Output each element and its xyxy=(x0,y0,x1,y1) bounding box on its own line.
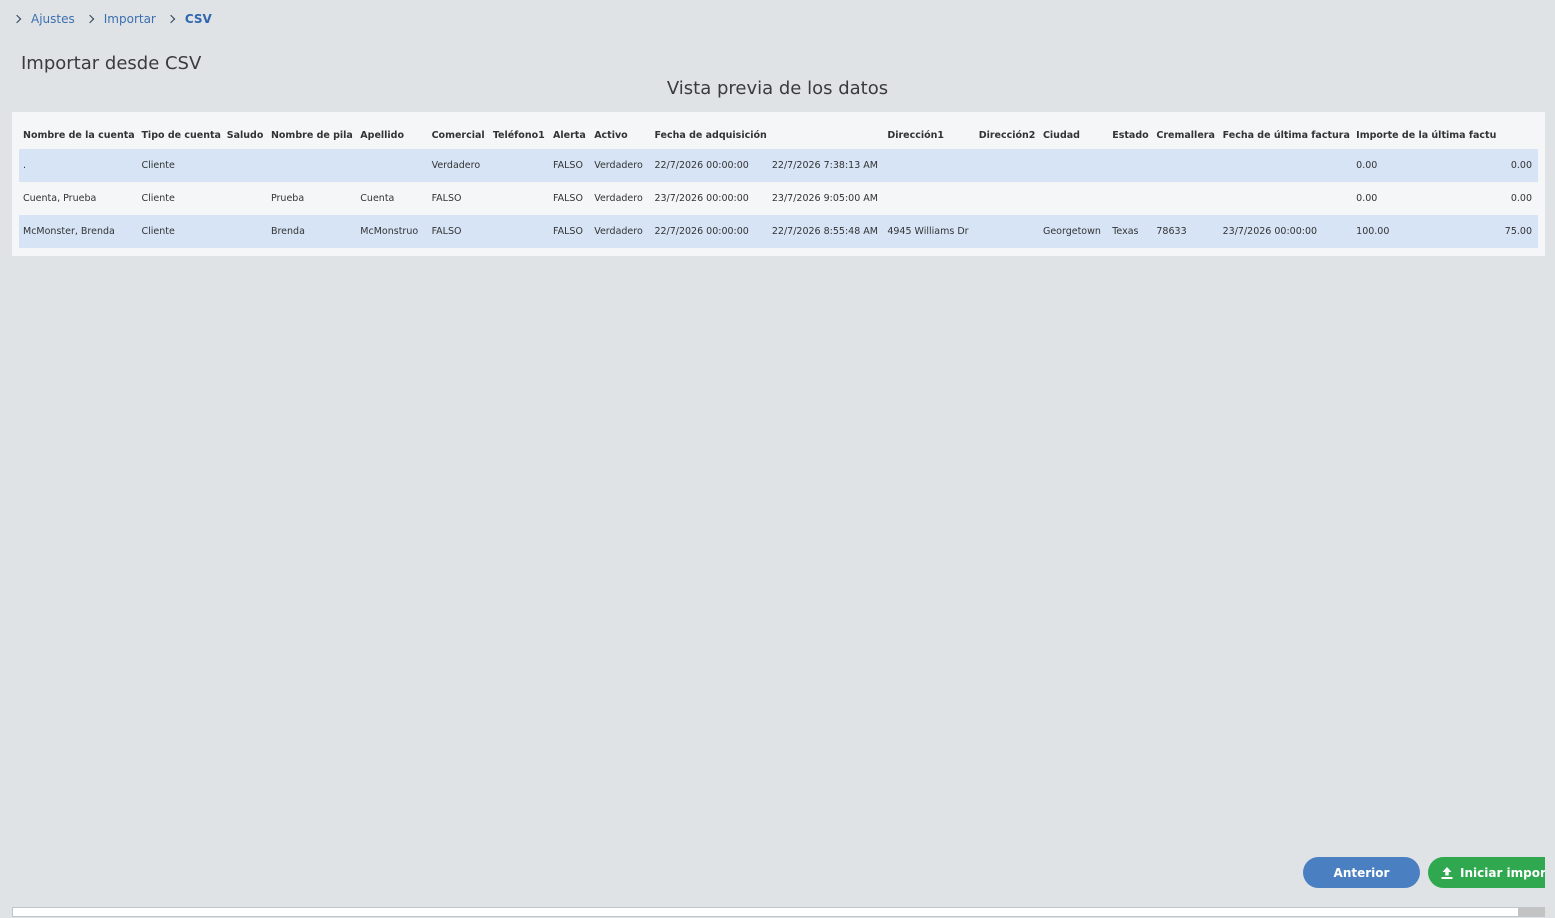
table-cell: Cliente xyxy=(137,149,223,182)
column-header: Dirección2 xyxy=(978,130,1036,141)
table-cell xyxy=(266,149,357,182)
column-header: Ciudad xyxy=(1042,130,1080,141)
breadcrumb: Ajustes Importar CSV xyxy=(12,10,212,28)
table-cell: Prueba xyxy=(266,182,357,215)
table-cell xyxy=(974,182,1039,215)
table-cell: FALSO xyxy=(427,215,489,248)
table-cell: Verdadero xyxy=(590,182,651,215)
start-import-label: Iniciar importación xyxy=(1460,865,1545,880)
table-cell: Brenda xyxy=(266,215,357,248)
column-header: Tipo de cuenta xyxy=(141,130,221,141)
table-cell xyxy=(1218,149,1353,182)
data-preview-card: Nombre de la cuenta Tipo de cuenta Saludo N… xyxy=(12,112,1545,256)
table-cell xyxy=(222,215,267,248)
table-cell: FALSO xyxy=(549,149,591,182)
table-cell: 78633 xyxy=(1152,215,1219,248)
column-header: Alerta xyxy=(553,130,586,141)
table-cell: Georgetown xyxy=(1038,215,1109,248)
table-cell xyxy=(1218,182,1353,215)
column-header: Fecha de última factura xyxy=(1222,130,1350,141)
table-cell xyxy=(488,215,550,248)
table-cell: 22/7/2026 00:00:00 xyxy=(650,149,768,182)
upload-icon xyxy=(1441,866,1453,879)
table-cell: McMonster, Brenda xyxy=(19,215,138,248)
table-cell: FALSO xyxy=(427,182,489,215)
previous-button[interactable]: Anterior xyxy=(1303,857,1420,888)
table-cell: McMonstruo xyxy=(356,215,428,248)
table-cell xyxy=(1038,182,1109,215)
column-header: Estado xyxy=(1112,130,1149,141)
chevron-right-icon xyxy=(166,14,176,24)
table-cell: 100.00 xyxy=(1352,215,1496,248)
table-cell: Cuenta, Prueba xyxy=(19,182,138,215)
table-cell xyxy=(222,149,267,182)
chevron-right-icon xyxy=(85,14,94,24)
column-header: Nombre de pila xyxy=(270,130,353,141)
column-header: Fecha de adquisición xyxy=(654,130,767,141)
table-cell: 23/7/2026 9:05:00 AM xyxy=(767,182,884,215)
table-row[interactable]: Cuenta, Prueba Cliente Prueba Cuenta FALSO FA… xyxy=(19,182,1538,215)
table-cell: 0.00 xyxy=(1352,149,1496,182)
table-cell: Verdadero xyxy=(590,149,651,182)
column-header: Activo xyxy=(594,130,628,141)
breadcrumb-ajustes[interactable]: Ajustes xyxy=(31,12,75,26)
table-cell: Verdadero xyxy=(427,149,489,182)
table-cell xyxy=(488,182,550,215)
breadcrumb-csv: CSV xyxy=(184,12,212,26)
column-header: Teléfono1 xyxy=(492,130,545,141)
column-header: Comercial xyxy=(431,130,485,141)
table-cell xyxy=(222,182,267,215)
table-cell: Cliente xyxy=(137,182,223,215)
chevron-right-icon xyxy=(12,14,22,24)
column-header: Saludo xyxy=(226,130,264,141)
table-cell: FALSO xyxy=(549,182,591,215)
column-header: Importe de la última factura xyxy=(1356,130,1496,141)
table-cell xyxy=(974,215,1039,248)
table-cell: Verdadero xyxy=(590,215,651,248)
table-cell xyxy=(883,149,975,182)
table-cell: FALSO xyxy=(549,215,591,248)
table-cell xyxy=(1038,149,1109,182)
horizontal-scrollbar[interactable] xyxy=(12,907,1545,917)
table-cell xyxy=(488,149,550,182)
column-header: Nombre de la cuenta xyxy=(23,130,135,141)
table-cell: 23/7/2026 00:00:00 xyxy=(1218,215,1353,248)
table-cell xyxy=(1108,149,1153,182)
column-header xyxy=(1496,122,1538,149)
table-cell: Texas xyxy=(1108,215,1153,248)
table-cell: 22/7/2026 7:38:13 AM xyxy=(767,149,884,182)
table-cell: Cliente xyxy=(137,215,223,248)
column-header: Dirección1 xyxy=(887,130,945,141)
table-cell: 4945 Williams Dr xyxy=(883,215,975,248)
table-cell xyxy=(974,149,1039,182)
table-cell: 23/7/2026 00:00:00 xyxy=(650,182,768,215)
start-import-button[interactable]: Iniciar importación xyxy=(1428,857,1545,888)
table-cell: 75.00 xyxy=(1495,215,1538,248)
table-cell: Cuenta xyxy=(356,182,428,215)
table-cell xyxy=(883,182,975,215)
page-title: Importar desde CSV xyxy=(21,53,202,74)
preview-title: Vista previa de los datos xyxy=(666,78,889,99)
table-cell xyxy=(1152,149,1219,182)
table-cell: 22/7/2026 00:00:00 xyxy=(650,215,768,248)
data-preview-table: Nombre de la cuenta Tipo de cuenta Saludo N… xyxy=(19,122,1538,248)
table-cell: 0.00 xyxy=(1495,149,1538,182)
column-header xyxy=(768,122,883,149)
table-cell: 22/7/2026 8:55:48 AM xyxy=(767,215,884,248)
table-row[interactable]: McMonster, Brenda Cliente Brenda McMonstruo… xyxy=(19,215,1538,248)
table-header-row: Nombre de la cuenta Tipo de cuenta Saludo N… xyxy=(19,122,1538,149)
table-cell xyxy=(1152,182,1219,215)
breadcrumb-importar[interactable]: Importar xyxy=(104,12,156,26)
table-row[interactable]: . Cliente Verdadero FALSO Verdadero 22/7/2026… xyxy=(19,149,1538,182)
table-cell xyxy=(356,149,428,182)
scrollbar-thumb[interactable] xyxy=(1518,908,1544,916)
column-header: Apellido xyxy=(360,130,404,141)
table-cell xyxy=(1108,182,1153,215)
table-cell: 0.00 xyxy=(1352,182,1496,215)
table-cell: 0.00 xyxy=(1495,182,1538,215)
table-cell: . xyxy=(19,149,138,182)
column-header: Cremallera xyxy=(1156,130,1215,141)
